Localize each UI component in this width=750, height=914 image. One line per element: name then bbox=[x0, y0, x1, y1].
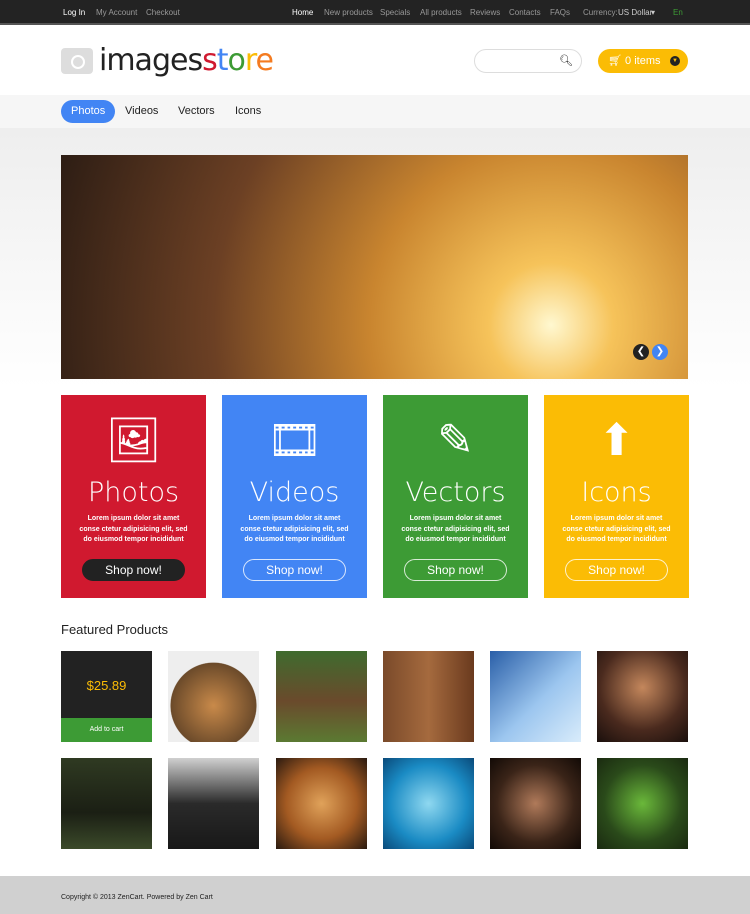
tile-videos: 🎞︎ Videos Lorem ipsum dolor sit amet con… bbox=[222, 395, 367, 598]
featured-title: Featured Products bbox=[61, 622, 168, 637]
top-bar: Log In My Account Checkout Home New prod… bbox=[0, 0, 750, 25]
tile-text: Lorem ipsum dolor sit amet conse ctetur … bbox=[401, 515, 510, 543]
product-image[interactable] bbox=[276, 651, 367, 742]
tile-photos: 🖼︎ Photos Lorem ipsum dolor sit amet con… bbox=[61, 395, 206, 598]
search-input[interactable]: 🔍︎ bbox=[474, 49, 582, 73]
film-icon: 🎞︎ bbox=[266, 416, 323, 465]
category-nav: Photos Videos Vectors Icons bbox=[0, 95, 750, 128]
cart-button[interactable]: 🛒︎ 0 items ▼ bbox=[598, 49, 688, 73]
next-arrow-icon[interactable]: ❯ bbox=[652, 344, 668, 360]
checkout-link[interactable]: Checkout bbox=[146, 8, 180, 17]
shop-now-button[interactable]: Shop now! bbox=[565, 559, 668, 581]
specials-link[interactable]: Specials bbox=[380, 8, 410, 17]
cart-icon: 🛒︎ bbox=[608, 55, 622, 67]
chevron-down-icon: ▼ bbox=[670, 56, 680, 66]
chevron-down-icon[interactable]: ▾ bbox=[651, 8, 655, 17]
tile-vectors: ✎ Vectors Lorem ipsum dolor sit amet con… bbox=[383, 395, 528, 598]
currency-select[interactable]: US Dollar bbox=[618, 8, 652, 17]
upload-icon: ⬆ bbox=[598, 416, 635, 465]
product-image[interactable] bbox=[383, 651, 474, 742]
copyright-text: Copyright © 2013 ZenCart. Powered by Zen… bbox=[61, 894, 213, 901]
tab-vectors[interactable]: Vectors bbox=[168, 100, 225, 123]
all-products-link[interactable]: All products bbox=[420, 8, 462, 17]
tile-title: Icons bbox=[581, 477, 652, 508]
product-image[interactable] bbox=[597, 651, 688, 742]
header: imagesstore 🔍︎ 🛒︎ 0 items ▼ bbox=[0, 25, 750, 95]
home-link[interactable]: Home bbox=[292, 8, 313, 17]
hero-slider[interactable]: ❮ ❯ bbox=[61, 155, 688, 379]
product-price: $25.89 bbox=[86, 678, 127, 693]
tab-videos[interactable]: Videos bbox=[115, 100, 168, 123]
language-link[interactable]: En bbox=[673, 8, 683, 17]
tab-icons[interactable]: Icons bbox=[225, 100, 271, 123]
product-image[interactable] bbox=[597, 758, 688, 849]
new-products-link[interactable]: New products bbox=[324, 8, 373, 17]
product-image[interactable] bbox=[168, 758, 259, 849]
currency-label: Currency: bbox=[583, 8, 618, 17]
reviews-link[interactable]: Reviews bbox=[470, 8, 500, 17]
tile-title: Videos bbox=[249, 477, 340, 508]
camera-icon bbox=[61, 47, 93, 74]
prev-arrow-icon[interactable]: ❮ bbox=[633, 344, 649, 360]
product-image[interactable] bbox=[490, 651, 581, 742]
logo[interactable]: imagesstore bbox=[61, 43, 274, 78]
search-icon[interactable]: 🔍︎ bbox=[559, 54, 573, 67]
tab-photos[interactable]: Photos bbox=[61, 100, 116, 123]
add-to-cart-button[interactable]: Add to cart bbox=[61, 718, 152, 742]
shop-now-button[interactable]: Shop now! bbox=[404, 559, 507, 581]
tile-text: Lorem ipsum dolor sit amet conse ctetur … bbox=[240, 515, 349, 543]
tile-title: Photos bbox=[87, 477, 180, 508]
tile-icons: ⬆ Icons Lorem ipsum dolor sit amet conse… bbox=[544, 395, 689, 598]
product-image[interactable] bbox=[61, 758, 152, 849]
cart-label: 0 items bbox=[625, 55, 661, 67]
tile-text: Lorem ipsum dolor sit amet conse ctetur … bbox=[79, 515, 188, 543]
my-account-link[interactable]: My Account bbox=[96, 8, 137, 17]
tile-text: Lorem ipsum dolor sit amet conse ctetur … bbox=[562, 515, 671, 543]
product-image[interactable] bbox=[168, 651, 259, 742]
shop-now-button[interactable]: Shop now! bbox=[243, 559, 346, 581]
product-image[interactable] bbox=[383, 758, 474, 849]
faqs-link[interactable]: FAQs bbox=[550, 8, 570, 17]
image-icon: 🖼︎ bbox=[105, 416, 162, 465]
pencil-icon: ✎ bbox=[437, 416, 474, 465]
login-link[interactable]: Log In bbox=[63, 8, 85, 17]
product-image[interactable] bbox=[490, 758, 581, 849]
product-image[interactable] bbox=[276, 758, 367, 849]
shop-now-button[interactable]: Shop now! bbox=[82, 559, 185, 581]
tile-title: Vectors bbox=[405, 477, 506, 508]
footer: Copyright © 2013 ZenCart. Powered by Zen… bbox=[0, 876, 750, 914]
contacts-link[interactable]: Contacts bbox=[509, 8, 541, 17]
product-card[interactable]: $25.89 Add to cart bbox=[61, 651, 152, 742]
